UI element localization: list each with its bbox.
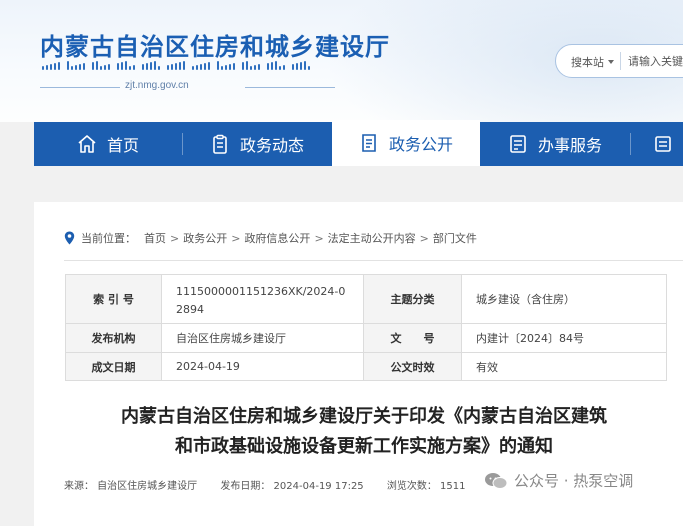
nav-label: 政务公开 [388,135,453,154]
validity-value: 有效 [461,352,667,381]
domain-right-rule [245,87,335,88]
document-icon [359,133,379,153]
document-number-value: 内建计〔2024〕84号 [461,323,667,353]
site-name[interactable]: 内蒙古自治区住房和城乡建设厅 [40,27,390,62]
clipboard-icon [210,134,230,154]
chevron-down-icon[interactable] [608,60,614,64]
breadcrumb-item-disclosure[interactable]: 政务公开 [183,230,227,246]
breadcrumb-item-statutory[interactable]: 法定主动公开内容 [328,230,416,246]
breadcrumb-item-gov-info[interactable]: 政府信息公开 [244,230,310,246]
breadcrumb-prefix: 当前位置： [81,232,136,245]
home-icon [77,134,97,154]
date-label: 成文日期 [65,352,162,381]
validity-label: 公文时效 [363,352,462,381]
breadcrumb-separator: > [231,231,241,245]
search-scope-select[interactable]: 搜本站 [571,54,604,70]
more-icon [653,134,673,154]
breadcrumb-separator: > [170,231,180,245]
date-value: 2024-04-19 [161,352,364,381]
article-published: 发布日期： 2024-04-19 17:25 [220,481,364,492]
site-domain-row: zjt.nmg.gov.cn [40,80,345,94]
breadcrumb: 当前位置： 首页 > 政务公开 > 政府信息公开 > 法定主动公开内容 > 部门… [64,230,477,246]
article-views: 浏览次数： 1511 [386,481,466,492]
mongolian-site-name [42,60,310,70]
index-number-label: 索 引 号 [65,274,162,324]
search-divider [620,52,621,70]
article-title: 内蒙古自治区住房和城乡建设厅关于印发《内蒙古自治区建筑 和市政基础设施设备更新工… [64,402,664,462]
table-row: 发布机构 自治区住房城乡建设厅 文 号 内建计〔2024〕84号 [65,323,667,353]
breadcrumb-separator: > [314,231,324,245]
location-pin-icon [64,231,75,245]
publisher-value: 自治区住房城乡建设厅 [161,323,364,353]
content-card: 当前位置： 首页 > 政务公开 > 政府信息公开 > 法定主动公开内容 > 部门… [34,202,683,526]
table-row: 成文日期 2024-04-19 公文时效 有效 [65,352,667,381]
nav-item-more[interactable] [631,122,683,166]
document-meta-table: 索 引 号 1115000001151236XK/2024-02894 主题分类… [65,274,667,381]
nav-item-services[interactable]: 办事服务 [481,122,629,166]
category-label: 主题分类 [363,274,462,324]
breadcrumb-divider [64,260,683,261]
table-row: 索 引 号 1115000001151236XK/2024-02894 主题分类… [65,274,667,324]
main-navigation: 首页 政务动态 政务公开 办事服务 [34,120,683,166]
article-source: 来源： 自治区住房城乡建设厅 [64,481,198,492]
nav-item-news[interactable]: 政务动态 [183,122,331,166]
domain-left-rule [40,87,120,88]
document-number-label: 文 号 [363,323,462,353]
watermark: 公众号 · 热泵空调 [484,470,633,491]
wechat-icon [485,472,508,489]
article-title-line: 和市政基础设施设备更新工作实施方案》的通知 [175,436,553,457]
category-value: 城乡建设（含住房） [461,274,667,324]
breadcrumb-item-home[interactable]: 首页 [144,230,166,246]
breadcrumb-item-dept-docs[interactable]: 部门文件 [433,230,477,246]
nav-item-home[interactable]: 首页 [34,122,182,166]
publisher-label: 发布机构 [65,323,162,353]
article-title-line: 内蒙古自治区住房和城乡建设厅关于印发《内蒙古自治区建筑 [121,406,607,427]
service-icon [508,134,528,154]
nav-item-disclosure[interactable]: 政务公开 [332,120,480,166]
site-domain: zjt.nmg.gov.cn [125,80,189,91]
nav-label: 政务动态 [239,136,304,155]
breadcrumb-separator: > [419,231,429,245]
article-meta: 来源： 自治区住房城乡建设厅 发布日期： 2024-04-19 17:25 浏览… [64,477,486,492]
nav-label: 首页 [106,136,139,155]
watermark-text: 公众号 · 热泵空调 [514,472,634,490]
index-number-value: 1115000001151236XK/2024-02894 [161,274,364,324]
nav-label: 办事服务 [537,136,602,155]
search-input[interactable] [628,52,683,70]
